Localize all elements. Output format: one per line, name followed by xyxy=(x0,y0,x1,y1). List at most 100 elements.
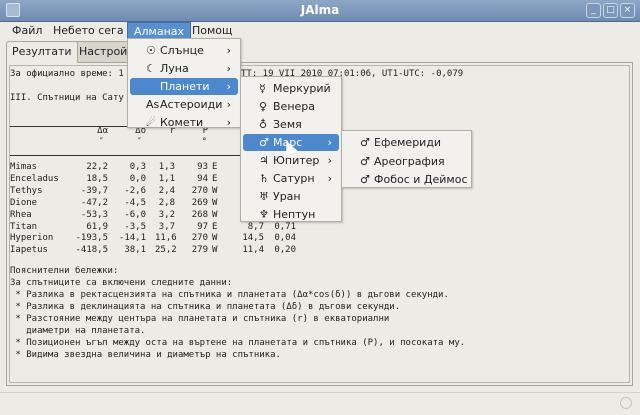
menu-item-label: Ареография xyxy=(374,154,445,168)
menu-item-icon: ♃ xyxy=(259,154,269,167)
table-cell-p: 279 xyxy=(191,245,208,256)
menu-item-label: Меркурий xyxy=(273,82,331,95)
table-cell-name: Mimas xyxy=(10,162,38,172)
chevron-right-icon: › xyxy=(226,116,231,129)
minimize-button[interactable]: _ xyxy=(586,3,601,18)
menu-item-2[interactable]: ♁ Земя xyxy=(243,116,339,133)
table-cell-p: 94 xyxy=(197,173,208,184)
note-line: * Позиционен ъгъл между оста на въртене … xyxy=(10,338,466,348)
almanac-dropdown: ☉ Слънце › ☾ Луна › Планети › AsАстероиди › ☄ Комет… xyxy=(127,38,241,131)
table-cell-name: Enceladus xyxy=(10,173,59,184)
mars-submenu: ♂ Ефемериди ♂ Ареография ♂ Фобос и Деймос xyxy=(341,130,472,188)
table-cell-r: 1,1 xyxy=(158,173,175,184)
note-line: * Видима звездна величина и диаметър на … xyxy=(10,350,281,360)
table-cell-dd: -3,5 xyxy=(124,221,146,232)
menu-item-7[interactable]: ♆ Нептун xyxy=(243,206,339,223)
chevron-right-icon: › xyxy=(327,154,332,167)
menu-item-label: Нептун xyxy=(273,208,316,221)
menu-item-4[interactable]: ♃ Юпитер › xyxy=(243,152,339,169)
table-cell-p: 270 xyxy=(191,233,208,244)
menu-item-icon: ♅ xyxy=(259,190,269,203)
menu-item-label: Комети xyxy=(160,116,204,129)
status-bar xyxy=(0,392,640,415)
table-cell-r: 3,7 xyxy=(158,221,175,232)
unit-dd: ″ xyxy=(136,137,142,147)
table-cell-r: 1,3 xyxy=(158,162,175,172)
menu-item-label: Венера xyxy=(273,100,315,113)
table-cell-r: 11,6 xyxy=(155,233,177,244)
table-cell-diam: 0,04 xyxy=(274,233,296,244)
menu-item-4[interactable]: ☄ Комети › xyxy=(130,114,238,131)
table-cell-dir: E xyxy=(212,173,218,184)
menu-item-6[interactable]: ♅ Уран xyxy=(243,188,339,205)
table-cell-da: -193,5 xyxy=(75,233,108,244)
maximize-button[interactable]: □ xyxy=(603,3,618,18)
menu-item-2[interactable]: ♂ Фобос и Деймос xyxy=(344,171,469,188)
table-cell-dir: W xyxy=(212,209,218,220)
menu-item-5[interactable]: ♄ Сатурн › xyxy=(243,170,339,187)
section-heading: III. Спътници на Сату xyxy=(10,93,124,103)
table-cell-diam: 0,20 xyxy=(274,245,296,256)
table-cell-p: 269 xyxy=(191,197,208,208)
chevron-right-icon: › xyxy=(226,98,231,111)
menu-sky-now[interactable]: Небето сега xyxy=(47,22,130,40)
menu-item-icon: ☉ xyxy=(146,44,156,57)
table-cell-da: 22,2 xyxy=(86,162,108,172)
table-cell-dd: 38,1 xyxy=(124,245,146,256)
table-cell-r: 2,4 xyxy=(158,185,175,196)
table-cell-da: 18,5 xyxy=(86,173,108,184)
table-cell-dir: W xyxy=(212,245,218,256)
chevron-right-icon: › xyxy=(327,172,332,185)
separator xyxy=(10,155,250,156)
menu-item-icon: As xyxy=(146,98,160,111)
menu-item-0[interactable]: ☿ Меркурий xyxy=(243,80,339,97)
table-cell-dir: E xyxy=(212,162,218,172)
note-line: Пояснителни бележки: xyxy=(10,266,119,276)
table-cell-name: Titan xyxy=(10,221,38,232)
menu-item-icon: ♆ xyxy=(259,208,269,221)
resize-grip[interactable] xyxy=(620,397,632,409)
close-button[interactable]: × xyxy=(620,3,635,18)
unit-p: ° xyxy=(201,137,207,147)
table-cell-p: 270 xyxy=(191,185,208,196)
table-cell-dir: W xyxy=(212,185,218,196)
menu-item-1[interactable]: ♂ Ареография xyxy=(344,153,469,170)
menu-item-1[interactable]: ☾ Луна › xyxy=(130,60,238,77)
menu-item-label: Ефемериди xyxy=(374,136,442,149)
note-line: * Разлика в ректасцензията на спътника и… xyxy=(10,290,449,300)
time-line: За официално време: 1 xyxy=(10,69,124,79)
table-cell-name: Hyperion xyxy=(10,233,54,244)
tab-results[interactable]: Резултати xyxy=(6,41,78,63)
menu-file[interactable]: Файл xyxy=(6,22,48,40)
menu-item-3[interactable]: AsАстероиди › xyxy=(130,96,238,113)
window-title: JAlma xyxy=(300,3,340,17)
menu-item-1[interactable]: ♀ Венера xyxy=(243,98,339,115)
table-cell-p: 268 xyxy=(191,209,208,220)
menu-item-2[interactable]: Планети › xyxy=(130,78,238,95)
note-line: * Разлика в деклинацията на спътника и п… xyxy=(10,302,401,312)
menu-item-label: Луна xyxy=(160,62,189,75)
table-cell-r: 3,2 xyxy=(158,209,175,220)
table-cell-da: -47,2 xyxy=(80,197,108,208)
table-cell-da: -418,5 xyxy=(75,245,108,256)
table-cell-da: 61,9 xyxy=(86,221,108,232)
table-cell-dd: -14,1 xyxy=(118,233,146,244)
menu-item-label: Юпитер xyxy=(273,154,320,167)
table-cell-name: Iapetus xyxy=(10,245,48,256)
menu-item-icon: ♄ xyxy=(259,172,269,185)
table-cell-name: Dione xyxy=(10,197,38,208)
table-cell-name: Tethys xyxy=(10,185,43,196)
table-cell-p: 93 xyxy=(197,162,208,172)
menu-item-icon: ♁ xyxy=(259,118,268,131)
table-cell-dd: -6,0 xyxy=(124,209,146,220)
chevron-right-icon: › xyxy=(226,80,231,93)
menu-item-label: Фобос и Деймос xyxy=(374,173,468,186)
note-line: За спътниците са включени следните данни… xyxy=(10,278,233,288)
table-cell-r: 2,8 xyxy=(158,197,175,208)
menu-item-label: Сатурн xyxy=(273,172,315,185)
menu-item-0[interactable]: ☉ Слънце › xyxy=(130,42,238,59)
menu-item-label: Астероиди xyxy=(160,98,223,111)
table-cell-dd: -4,5 xyxy=(124,197,146,208)
menu-item-icon: ☄ xyxy=(146,116,156,129)
menu-item-0[interactable]: ♂ Ефемериди xyxy=(344,134,469,151)
